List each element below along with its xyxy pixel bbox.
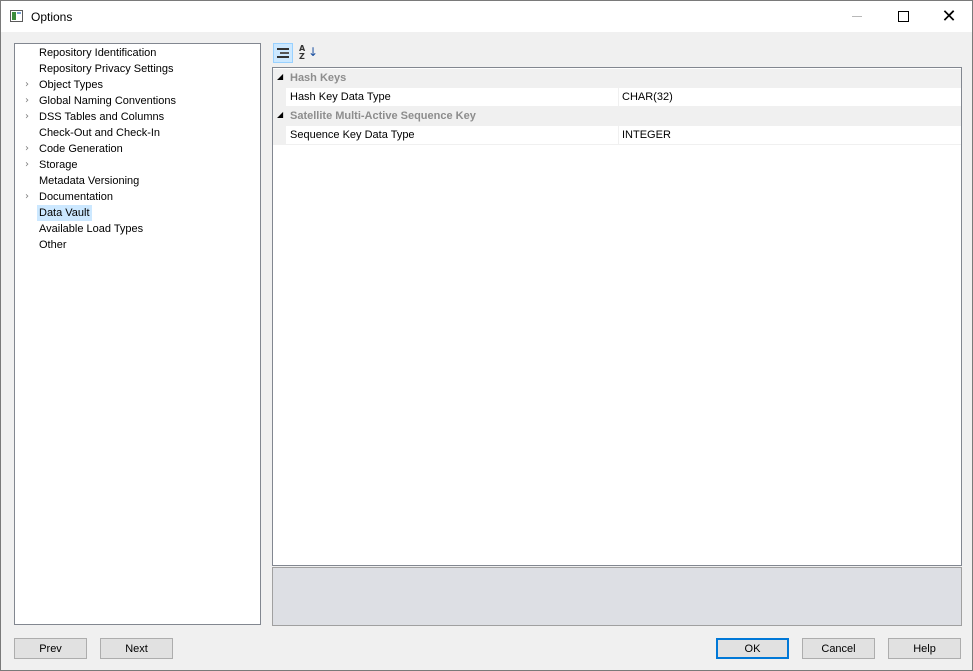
category-hash-keys[interactable]: ◢ Hash Keys	[273, 69, 961, 88]
tree-item-label: Documentation	[39, 191, 113, 203]
tree-item-label: Object Types	[39, 79, 103, 91]
tree-item-object-types[interactable]: › Object Types	[25, 77, 105, 93]
ok-button[interactable]: OK	[716, 638, 789, 659]
tree-item-repository-privacy-settings[interactable]: Repository Privacy Settings	[37, 61, 176, 77]
category-label: Satellite Multi-Active Sequence Key	[290, 110, 476, 122]
category-satellite-multi-active-sequence-key[interactable]: ◢ Satellite Multi-Active Sequence Key	[273, 107, 961, 126]
chevron-right-icon[interactable]: ›	[21, 157, 33, 173]
tree-item-label: Metadata Versioning	[39, 175, 140, 187]
chevron-right-icon[interactable]: ›	[21, 109, 33, 125]
maximize-icon	[897, 11, 909, 22]
collapse-triangle-icon[interactable]: ◢	[277, 72, 287, 84]
category-label: Hash Keys	[290, 72, 347, 84]
chevron-right-icon[interactable]: ›	[21, 77, 33, 93]
sort-az-icon: AZ ↓	[299, 44, 319, 61]
next-button[interactable]: Next	[100, 638, 173, 659]
options-dialog: Options ✕ Repository Identification Repo…	[0, 0, 973, 671]
chevron-right-icon[interactable]: ›	[21, 141, 33, 157]
tree-item-check-out-and-check-in[interactable]: Check-Out and Check-In	[37, 125, 162, 141]
tree-item-label: Repository Privacy Settings	[39, 63, 174, 75]
tree-item-dss-tables-and-columns[interactable]: › DSS Tables and Columns	[25, 109, 166, 125]
chevron-right-icon[interactable]: ›	[21, 189, 33, 205]
categorized-icon	[277, 47, 289, 59]
window-title: Options	[31, 10, 73, 24]
categorized-view-button[interactable]	[273, 43, 293, 63]
tree-item-other[interactable]: Other	[37, 237, 69, 253]
minimize-icon	[852, 16, 862, 17]
property-row-sequence-key-data-type[interactable]: Sequence Key Data Type INTEGER	[273, 126, 961, 145]
tree-item-global-naming-conventions[interactable]: › Global Naming Conventions	[25, 93, 178, 109]
tree-item-code-generation[interactable]: › Code Generation	[25, 141, 125, 157]
maximize-button[interactable]	[880, 1, 926, 32]
property-name: Hash Key Data Type	[290, 91, 391, 103]
description-panel	[272, 567, 962, 626]
tree-item-label: Data Vault	[39, 207, 90, 219]
tree-item-documentation[interactable]: › Documentation	[25, 189, 115, 205]
close-icon: ✕	[941, 5, 957, 27]
property-value[interactable]: CHAR(32)	[622, 91, 673, 103]
tree-item-label: Available Load Types	[39, 223, 144, 235]
property-row-hash-key-data-type[interactable]: Hash Key Data Type CHAR(32)	[273, 88, 961, 107]
tree-item-label: Check-Out and Check-In	[39, 127, 161, 139]
minimize-button[interactable]	[834, 1, 880, 32]
tree-item-label: DSS Tables and Columns	[39, 111, 165, 123]
property-grid[interactable]: ◢ Hash Keys Hash Key Data Type CHAR(32) …	[272, 67, 962, 566]
property-value[interactable]: INTEGER	[622, 129, 671, 141]
title-bar[interactable]: Options ✕	[1, 1, 972, 32]
tree-item-repository-identification[interactable]: Repository Identification	[37, 45, 158, 61]
collapse-triangle-icon[interactable]: ◢	[277, 110, 287, 122]
tree-item-label: Storage	[39, 159, 78, 171]
property-name: Sequence Key Data Type	[290, 129, 415, 141]
alphabetical-sort-button[interactable]: AZ ↓	[296, 43, 319, 63]
tree-item-label: Repository Identification	[39, 47, 157, 59]
close-button[interactable]: ✕	[926, 1, 972, 32]
tree-item-metadata-versioning[interactable]: Metadata Versioning	[37, 173, 141, 189]
tree-item-data-vault[interactable]: Data Vault	[37, 205, 92, 221]
help-button[interactable]: Help	[888, 638, 961, 659]
app-icon	[10, 10, 23, 22]
tree-item-label: Other	[39, 239, 67, 251]
tree-item-label: Code Generation	[39, 143, 123, 155]
cancel-button[interactable]: Cancel	[802, 638, 875, 659]
tree-item-available-load-types[interactable]: Available Load Types	[37, 221, 145, 237]
options-tree[interactable]: Repository Identification Repository Pri…	[14, 43, 261, 625]
tree-item-storage[interactable]: › Storage	[25, 157, 80, 173]
chevron-right-icon[interactable]: ›	[21, 93, 33, 109]
tree-item-label: Global Naming Conventions	[39, 95, 176, 107]
prev-button[interactable]: Prev	[14, 638, 87, 659]
